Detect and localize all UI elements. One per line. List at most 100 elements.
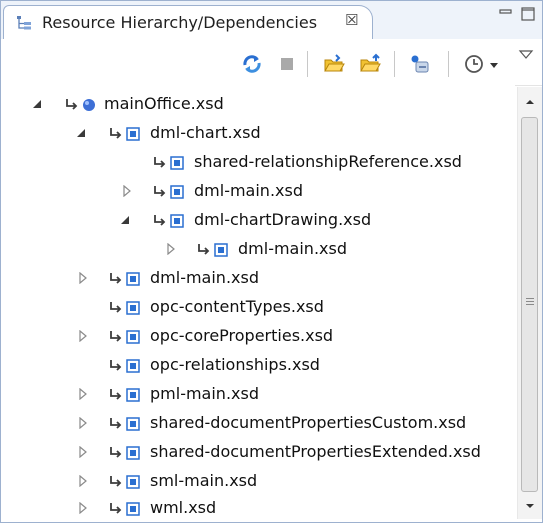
xsd-file-icon — [126, 330, 140, 344]
xsd-file-icon — [126, 502, 140, 516]
dependency-arrow-icon — [154, 215, 166, 226]
tree-item-label: wml.xsd — [150, 498, 217, 517]
tree-item[interactable]: opc-relationships.xsd — [1, 352, 515, 380]
collapsed-arrow-icon[interactable] — [77, 446, 89, 458]
scroll-down-icon[interactable] — [523, 499, 537, 513]
view-tab-bar: Resource Hierarchy/Dependencies ☒ — [1, 1, 542, 39]
dependency-arrow-icon — [66, 99, 78, 110]
dependency-arrow-icon — [110, 418, 122, 429]
view-toolbar — [1, 39, 542, 86]
tree-item-label: mainOffice.xsd — [104, 94, 224, 113]
dependency-arrow-icon — [154, 157, 166, 168]
collapsed-arrow-icon[interactable] — [77, 417, 89, 429]
collapsed-arrow-icon[interactable] — [77, 388, 89, 400]
tree-item-label: opc-coreProperties.xsd — [150, 326, 334, 345]
dependency-arrow-icon — [110, 447, 122, 458]
expanded-arrow-icon[interactable] — [31, 98, 43, 110]
tree-item[interactable]: mainOffice.xsd — [1, 91, 515, 119]
tree-item-label: opc-relationships.xsd — [150, 355, 320, 374]
toolbar-separator — [307, 51, 308, 77]
collapsed-arrow-icon[interactable] — [77, 475, 89, 487]
xsd-file-icon — [170, 156, 184, 170]
open-folder-icon[interactable] — [323, 53, 345, 75]
collapsed-arrow-icon[interactable] — [77, 272, 89, 284]
tree-item[interactable]: dml-chart.xsd — [1, 120, 515, 148]
tree-item-label: dml-chart.xsd — [150, 123, 261, 142]
tree-item-label: sml-main.xsd — [150, 471, 258, 490]
tree-item[interactable]: opc-contentTypes.xsd — [1, 294, 515, 322]
minimize-icon[interactable] — [497, 5, 515, 23]
xsd-file-icon — [170, 214, 184, 228]
maximize-icon[interactable] — [519, 5, 537, 23]
scrollbar-thumb[interactable] — [521, 117, 538, 492]
vertical-scrollbar[interactable] — [517, 87, 542, 519]
xsd-file-icon — [126, 359, 140, 373]
xsd-file-icon — [126, 388, 140, 402]
refresh-icon[interactable] — [241, 53, 263, 75]
xsd-file-icon — [126, 417, 140, 431]
thumb-grip — [526, 304, 534, 305]
dependency-arrow-icon — [110, 331, 122, 342]
tree-item-label: dml-main.xsd — [150, 268, 259, 287]
xsd-file-icon — [126, 446, 140, 460]
tree-item[interactable]: shared-relationshipReference.xsd — [1, 149, 515, 177]
tree-item-label: dml-chartDrawing.xsd — [194, 210, 372, 229]
xsd-file-icon — [126, 272, 140, 286]
dependency-arrow-icon — [110, 360, 122, 371]
xsd-file-icon — [126, 301, 140, 315]
settings-icon[interactable] — [409, 53, 431, 75]
thumb-grip — [526, 301, 534, 302]
tab-resource-hierarchy[interactable]: Resource Hierarchy/Dependencies ☒ — [3, 5, 373, 39]
history-icon[interactable] — [463, 53, 485, 75]
view-menu-icon[interactable] — [518, 43, 534, 65]
dependency-arrow-icon — [110, 503, 122, 514]
tree-item-label: shared-documentPropertiesCustom.xsd — [150, 413, 467, 432]
tree-item[interactable]: wml.xsd — [1, 495, 515, 523]
dropdown-arrow-icon[interactable] — [487, 53, 501, 75]
tree-item[interactable]: opc-coreProperties.xsd — [1, 323, 515, 351]
collapsed-arrow-icon[interactable] — [77, 330, 89, 342]
hierarchy-tree: mainOffice.xsd dml-chart.xsd shared-rela… — [1, 85, 515, 522]
tab-title: Resource Hierarchy/Dependencies — [42, 13, 318, 32]
tree-item[interactable]: dml-main.xsd — [1, 265, 515, 293]
thumb-grip — [526, 298, 534, 299]
dependency-arrow-icon — [110, 273, 122, 284]
dependency-arrow-icon — [154, 186, 166, 197]
expanded-arrow-icon[interactable] — [75, 127, 87, 139]
tree-item[interactable]: shared-documentPropertiesCustom.xsd — [1, 410, 515, 438]
tree-item-label: opc-contentTypes.xsd — [150, 297, 324, 316]
dependency-arrow-icon — [110, 389, 122, 400]
dependency-arrow-icon — [110, 476, 122, 487]
tree-item-label: shared-documentPropertiesExtended.xsd — [150, 442, 481, 461]
dependency-arrow-icon — [110, 302, 122, 313]
open-folder-up-icon[interactable] — [359, 53, 381, 75]
xsd-file-icon — [214, 243, 228, 257]
tree-item[interactable]: dml-main.xsd — [1, 178, 515, 206]
tree-item-label: pml-main.xsd — [150, 384, 259, 403]
xsd-file-icon — [170, 185, 184, 199]
collapsed-arrow-icon[interactable] — [165, 243, 177, 255]
tree-item[interactable]: pml-main.xsd — [1, 381, 515, 409]
stop-icon[interactable] — [276, 53, 298, 75]
toolbar-separator — [394, 51, 395, 77]
tab-close-button[interactable]: ☒ — [345, 11, 358, 29]
toolbar-separator — [448, 51, 449, 77]
resource-hierarchy-view: Resource Hierarchy/Dependencies ☒ mainOf… — [0, 0, 543, 523]
expanded-arrow-icon[interactable] — [119, 214, 131, 226]
tree-item[interactable]: shared-documentPropertiesExtended.xsd — [1, 439, 515, 467]
collapsed-arrow-icon[interactable] — [77, 502, 89, 514]
tree-item[interactable]: sml-main.xsd — [1, 468, 515, 496]
xsd-file-icon — [126, 127, 140, 141]
tree-item[interactable]: dml-main.xsd — [1, 236, 515, 264]
dependency-arrow-icon — [110, 128, 122, 139]
dependency-arrow-icon — [198, 244, 210, 255]
hierarchy-icon — [17, 16, 31, 30]
xsd-file-icon — [126, 475, 140, 489]
tree-item-label: shared-relationshipReference.xsd — [194, 152, 462, 171]
scroll-up-icon[interactable] — [523, 95, 537, 109]
tree-item-label: dml-main.xsd — [194, 181, 303, 200]
tree-item-label: dml-main.xsd — [238, 239, 347, 258]
collapsed-arrow-icon[interactable] — [121, 185, 133, 197]
schema-root-icon — [83, 99, 95, 111]
tree-item[interactable]: dml-chartDrawing.xsd — [1, 207, 515, 235]
